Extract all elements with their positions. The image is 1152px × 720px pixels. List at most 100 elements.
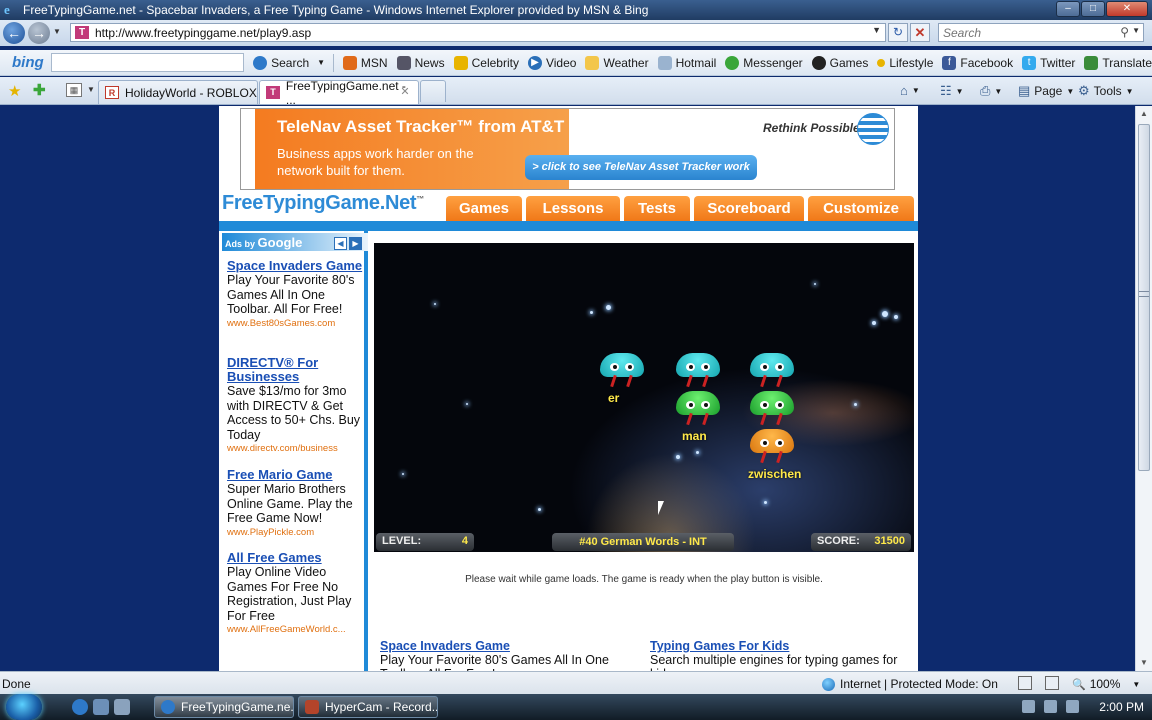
toolbar-lifestyle[interactable]: Lifestyle: [877, 56, 933, 70]
chevron-down-icon[interactable]: ▼: [912, 86, 920, 95]
toolbar-item-label: Video: [545, 55, 577, 70]
ad-cta-button[interactable]: > click to see TeleNav Asset Tracker wor…: [525, 155, 757, 180]
ad-unit[interactable]: Free Mario Game Super Mario Brothers Onl…: [227, 468, 367, 538]
toolbar-news[interactable]: News: [396, 55, 445, 70]
nav-tab-customize[interactable]: Customize: [808, 196, 914, 221]
nav-tab-tests[interactable]: Tests: [624, 196, 690, 221]
ads-by-google-header[interactable]: Ads by Google ◀ ▶: [222, 233, 368, 251]
volume-icon[interactable]: [1066, 700, 1079, 713]
alien-eye: [701, 401, 710, 409]
toolbar-msn[interactable]: MSN: [342, 55, 388, 70]
toolbar-games[interactable]: Games: [811, 55, 868, 70]
scroll-down-arrow-icon[interactable]: ▼: [1136, 655, 1152, 671]
security-zone[interactable]: Internet | Protected Mode: On: [822, 677, 998, 691]
new-tab-button[interactable]: [420, 80, 446, 102]
show-desktop-icon[interactable]: [93, 699, 109, 715]
search-input[interactable]: [943, 25, 1113, 41]
bing-search-input[interactable]: [51, 53, 245, 72]
back-button[interactable]: ←: [3, 22, 25, 44]
ad-title[interactable]: Free Mario Game: [227, 468, 367, 482]
ad-url[interactable]: www.directv.com/business: [227, 443, 367, 454]
page-menu[interactable]: ▤ Page ▼: [1018, 83, 1074, 99]
address-field[interactable]: T http://www.freetypinggame.net/play9.as…: [70, 23, 886, 42]
bottom-ad-link[interactable]: Typing Games For Kids Search multiple en…: [650, 639, 910, 671]
ad-title[interactable]: Space Invaders Game: [227, 259, 367, 273]
stop-button[interactable]: ✕: [910, 23, 930, 42]
chevron-down-icon[interactable]: ▼: [956, 87, 964, 96]
bing-search-button[interactable]: Search ▼: [253, 55, 325, 70]
taskbar-item-hypercam[interactable]: HyperCam - Record...: [298, 696, 438, 718]
maximize-button[interactable]: □: [1081, 1, 1105, 17]
window-title: FreeTypingGame.net - Spacebar Invaders, …: [23, 3, 649, 17]
scrollbar-thumb[interactable]: [1138, 124, 1150, 471]
toolbar-celebrity[interactable]: Celebrity: [453, 55, 519, 70]
chevron-down-icon[interactable]: ▼: [1132, 680, 1140, 689]
favorites-star-icon[interactable]: ★: [8, 82, 21, 100]
zoom-control[interactable]: 🔍 100% ▼: [1072, 677, 1140, 691]
ad-unit[interactable]: DIRECTV® For Businesses Save $13/mo for …: [227, 356, 367, 455]
scroll-up-arrow-icon[interactable]: ▲: [1136, 106, 1152, 122]
ad-title[interactable]: All Free Games: [227, 551, 367, 565]
home-button[interactable]: ⌂ ▼: [900, 83, 920, 98]
minimize-button[interactable]: –: [1056, 1, 1080, 17]
toolbar-facebook[interactable]: f Facebook: [942, 55, 1013, 70]
address-url[interactable]: http://www.freetypinggame.net/play9.asp: [95, 26, 311, 40]
protected-mode-icon[interactable]: [1018, 676, 1032, 690]
tab-freetypinggame[interactable]: T FreeTypingGame.net - ... ✕: [259, 79, 419, 107]
battery-icon[interactable]: [1044, 700, 1057, 713]
network-icon[interactable]: [1022, 700, 1035, 713]
address-dropdown[interactable]: ▼: [872, 25, 881, 35]
recent-pages-dropdown[interactable]: ▼: [53, 27, 61, 36]
quick-tabs-icon[interactable]: ▦: [66, 83, 82, 97]
toolbar-item-label: Celebrity: [471, 55, 519, 70]
close-window-button[interactable]: ✕: [1106, 1, 1148, 17]
ad-title[interactable]: DIRECTV® For Businesses: [227, 356, 367, 384]
toolbar-hotmail[interactable]: Hotmail: [657, 55, 716, 70]
search-provider-dropdown[interactable]: ▼: [1132, 26, 1140, 35]
popup-blocker-icon[interactable]: [1045, 676, 1059, 690]
toolbar-weather[interactable]: Weather: [585, 55, 649, 70]
switch-windows-icon[interactable]: [114, 699, 130, 715]
ad-url[interactable]: www.Best80sGames.com: [227, 318, 367, 329]
tools-menu[interactable]: ⚙ Tools ▼: [1078, 83, 1134, 99]
toolbar-messenger[interactable]: Messenger: [725, 55, 803, 70]
bottom-ad-link[interactable]: Space Invaders Game Play Your Favorite 8…: [380, 639, 640, 671]
toolbar-video[interactable]: ▶ Video: [527, 55, 577, 70]
search-box[interactable]: ⚲ ▼: [938, 23, 1144, 42]
forward-button[interactable]: →: [28, 22, 50, 44]
start-button[interactable]: [6, 694, 42, 720]
site-logo[interactable]: FreeTypingGame.Net™: [222, 192, 424, 215]
alien-invader: [600, 353, 644, 389]
tab-holidayworld[interactable]: R HolidayWorld - ROBLOX: [98, 80, 258, 104]
taskbar-item-ie[interactable]: FreeTypingGame.ne...: [154, 696, 294, 718]
ad-url[interactable]: www.PlayPickle.com: [227, 527, 367, 538]
toolbar-twitter[interactable]: t Twitter: [1022, 55, 1075, 70]
nav-tab-lessons[interactable]: Lessons: [526, 196, 620, 221]
search-icon[interactable]: ⚲: [1120, 25, 1129, 39]
ad-unit[interactable]: Space Invaders Game Play Your Favorite 8…: [227, 259, 367, 329]
ad-url[interactable]: www.AllFreeGameWorld.c...: [227, 624, 367, 635]
nav-tab-scoreboard[interactable]: Scoreboard: [694, 196, 804, 221]
tab-list-dropdown[interactable]: ▼: [87, 85, 95, 94]
add-favorite-icon[interactable]: ✚: [33, 81, 46, 99]
game-canvas[interactable]: er man zwischen LEVEL: 4 #40 German Word…: [374, 243, 914, 552]
target-word: er: [608, 391, 620, 405]
chevron-down-icon[interactable]: ▼: [317, 58, 325, 67]
chevron-right-icon[interactable]: ▶: [349, 237, 362, 250]
bottom-ad-title[interactable]: Typing Games For Kids: [650, 639, 910, 653]
ad-unit[interactable]: All Free Games Play Online Video Games F…: [227, 551, 367, 636]
print-button[interactable]: ⎙ ▼: [980, 83, 1002, 99]
refresh-button[interactable]: ↻: [888, 23, 908, 42]
chevron-left-icon[interactable]: ◀: [334, 237, 347, 250]
close-tab-icon[interactable]: ✕: [398, 85, 412, 99]
ie-quicklaunch-icon[interactable]: [72, 699, 88, 715]
feeds-button[interactable]: ☷ ▼: [940, 83, 964, 99]
vertical-scrollbar[interactable]: ▲ ▼: [1135, 106, 1152, 671]
nav-tab-games[interactable]: Games: [446, 196, 522, 221]
chevron-down-icon[interactable]: ▼: [994, 87, 1002, 96]
toolbar-translate[interactable]: Translate: [1084, 55, 1152, 70]
windows-taskbar: FreeTypingGame.ne... HyperCam - Record..…: [0, 694, 1152, 720]
att-ad-banner[interactable]: TeleNav Asset Tracker™ from AT&T Busines…: [240, 108, 895, 190]
bottom-ad-title[interactable]: Space Invaders Game: [380, 639, 640, 653]
clock[interactable]: 2:00 PM: [1099, 700, 1144, 714]
